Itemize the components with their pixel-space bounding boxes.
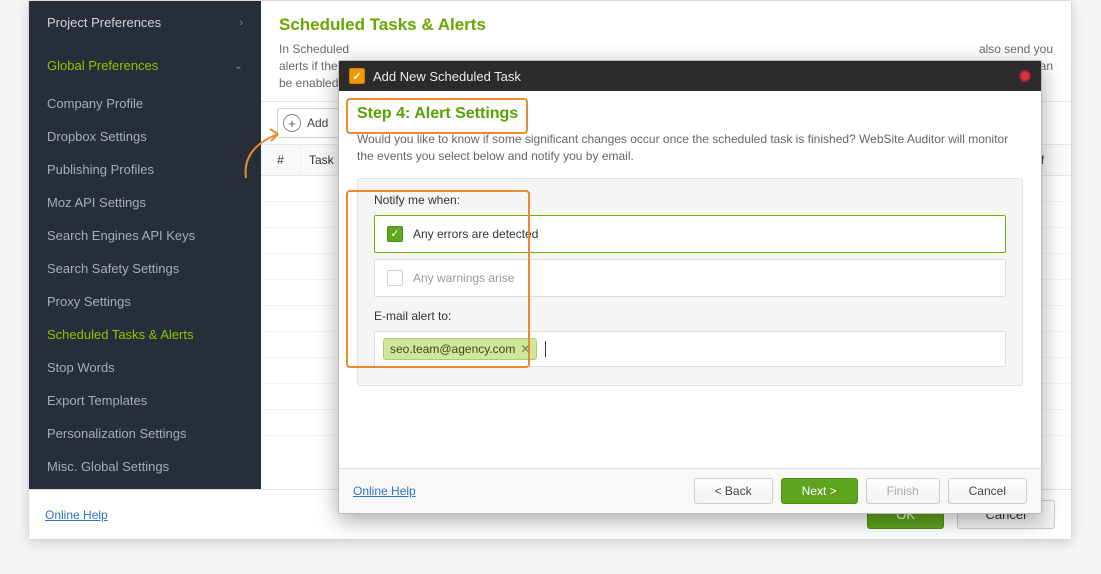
sidebar-item-moz-api[interactable]: Moz API Settings xyxy=(29,186,261,219)
checkbox-label: Any warnings arise xyxy=(413,271,514,285)
check-icon: ✓ xyxy=(387,226,403,242)
sidebar-item-stop-words[interactable]: Stop Words xyxy=(29,351,261,384)
modal-help-link[interactable]: Online Help xyxy=(353,484,416,498)
col-index: # xyxy=(261,145,301,175)
desc-fragment: also send you xyxy=(979,41,1053,58)
app-logo-icon: ✓ xyxy=(349,68,365,84)
back-button[interactable]: < Back xyxy=(694,478,773,504)
chevron-down-icon: ⌄ xyxy=(234,59,243,72)
sidebar: Project Preferences › Global Preferences… xyxy=(29,1,261,489)
checkbox-warnings[interactable]: Any warnings arise xyxy=(374,259,1006,297)
email-tag[interactable]: seo.team@agency.com ✕ xyxy=(383,338,537,360)
modal-buttons: < Back Next > Finish Cancel xyxy=(694,478,1027,504)
desc-fragment: In Scheduled xyxy=(279,42,349,56)
section-label: Global Preferences xyxy=(47,58,158,73)
cancel-modal-button[interactable]: Cancel xyxy=(948,478,1027,504)
plus-icon: + xyxy=(283,114,301,132)
text-caret xyxy=(545,341,546,357)
step-heading: Step 4: Alert Settings xyxy=(357,105,1023,123)
sidebar-item-misc-global[interactable]: Misc. Global Settings xyxy=(29,450,261,483)
global-preferences-section[interactable]: Global Preferences ⌄ xyxy=(29,44,261,87)
page-title: Scheduled Tasks & Alerts xyxy=(261,1,1071,41)
step-description: Would you like to know if some significa… xyxy=(357,131,1023,166)
next-button[interactable]: Next > xyxy=(781,478,858,504)
email-tag-text: seo.team@agency.com xyxy=(390,342,515,356)
notify-label: Notify me when: xyxy=(374,193,1006,207)
finish-button[interactable]: Finish xyxy=(866,478,940,504)
checkbox-label: Any errors are detected xyxy=(413,227,538,241)
remove-tag-icon[interactable]: ✕ xyxy=(520,342,530,356)
close-icon[interactable] xyxy=(1019,70,1031,82)
project-preferences-section[interactable]: Project Preferences › xyxy=(29,1,261,44)
online-help-link[interactable]: Online Help xyxy=(45,508,108,522)
checkbox-errors[interactable]: ✓ Any errors are detected xyxy=(374,215,1006,253)
chevron-right-icon: › xyxy=(239,17,243,29)
check-icon xyxy=(387,270,403,286)
sidebar-item-personalization[interactable]: Personalization Settings xyxy=(29,417,261,450)
add-task-button[interactable]: + Add xyxy=(277,108,341,138)
email-input[interactable]: seo.team@agency.com ✕ xyxy=(374,331,1006,367)
sidebar-item-proxy[interactable]: Proxy Settings xyxy=(29,285,261,318)
modal-body: Step 4: Alert Settings Would you like to… xyxy=(339,91,1041,468)
sidebar-item-search-safety[interactable]: Search Safety Settings xyxy=(29,252,261,285)
sidebar-item-dropbox-settings[interactable]: Dropbox Settings xyxy=(29,120,261,153)
section-label: Project Preferences xyxy=(47,15,161,30)
add-label: Add xyxy=(307,116,328,130)
sidebar-item-search-engines-api-keys[interactable]: Search Engines API Keys xyxy=(29,219,261,252)
sidebar-item-company-profile[interactable]: Company Profile xyxy=(29,87,261,120)
modal-title-text: Add New Scheduled Task xyxy=(373,69,521,84)
alert-form: Notify me when: ✓ Any errors are detecte… xyxy=(357,178,1023,386)
desc-fragment: be enabled xyxy=(279,76,338,90)
sidebar-item-scheduled-tasks[interactable]: Scheduled Tasks & Alerts xyxy=(29,318,261,351)
modal-titlebar: ✓ Add New Scheduled Task xyxy=(339,61,1041,91)
sidebar-item-publishing-profiles[interactable]: Publishing Profiles xyxy=(29,153,261,186)
modal-footer: Online Help < Back Next > Finish Cancel xyxy=(339,468,1041,513)
sidebar-item-export-templates[interactable]: Export Templates xyxy=(29,384,261,417)
add-scheduled-task-modal: ✓ Add New Scheduled Task Step 4: Alert S… xyxy=(338,60,1042,514)
email-label: E-mail alert to: xyxy=(374,309,1006,323)
